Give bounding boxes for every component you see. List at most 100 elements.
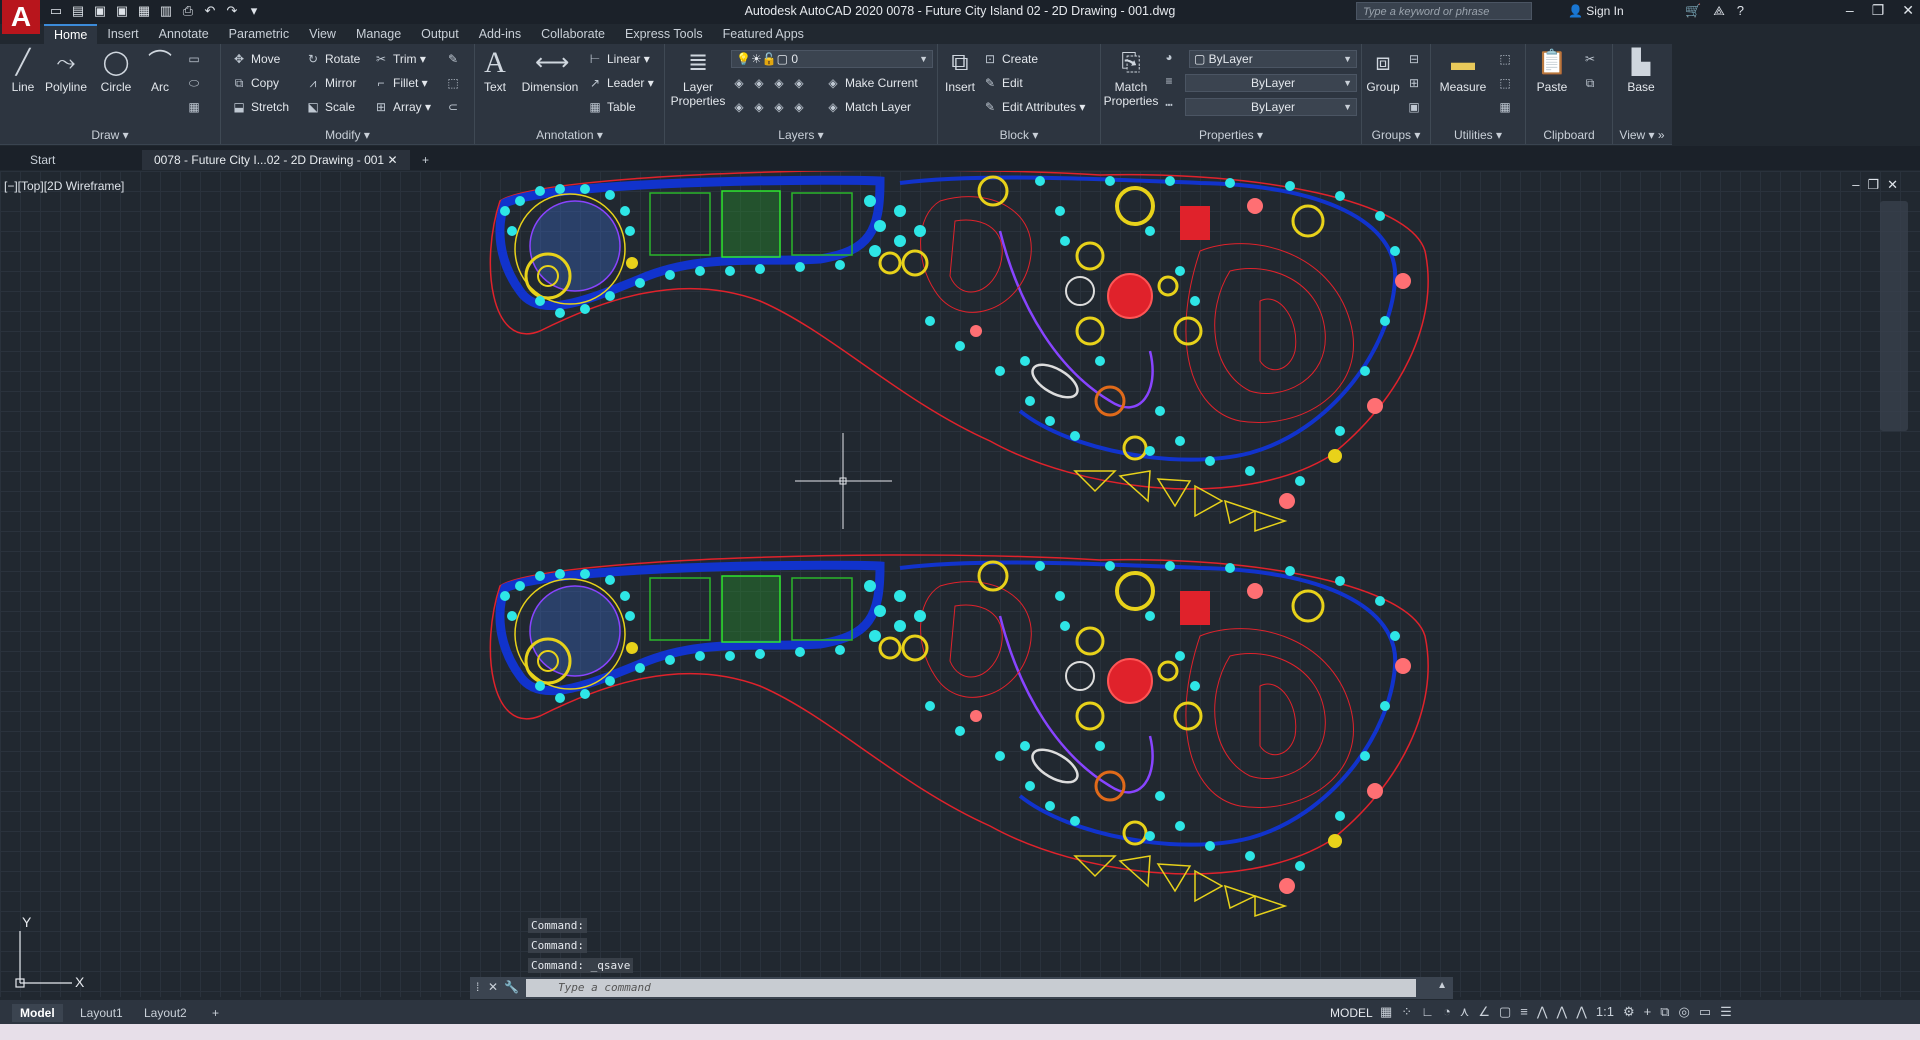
tab-featured-apps[interactable]: Featured Apps <box>713 24 814 44</box>
minimize-icon[interactable]: ‒ <box>1846 2 1854 19</box>
command-line-grip-icon[interactable]: ⁞ <box>476 980 479 994</box>
array-button[interactable]: ⊞ Array ▾ <box>373 100 431 114</box>
layout2-tab[interactable]: Layout2 <box>136 1004 195 1022</box>
stretch-button[interactable]: ⬓ Stretch <box>231 100 289 114</box>
match-properties-button[interactable]: ⎘ Match Properties <box>1103 48 1159 108</box>
dimension-button[interactable]: ⟷ Dimension <box>519 48 581 94</box>
hatch-button[interactable]: ▦ <box>186 100 206 114</box>
close-icon[interactable]: ✕ <box>1902 2 1914 19</box>
close-tab-icon[interactable]: ✕ <box>387 153 397 167</box>
ellipse-button[interactable]: ⬭ <box>186 76 206 91</box>
model-space-button[interactable]: MODEL <box>1330 1006 1373 1020</box>
annotation-visibility-icon[interactable]: ⋀ <box>1537 1004 1548 1020</box>
layer-on-icon[interactable]: ◈ <box>731 100 747 114</box>
group-edit-icon[interactable]: ⊞ <box>1406 76 1426 90</box>
groups-panel-title[interactable]: Groups ▾ <box>1362 128 1430 142</box>
tab-home[interactable]: Home <box>44 24 98 44</box>
offset-button[interactable]: ⊂ <box>445 100 465 114</box>
units-icon[interactable]: ⧉ <box>1660 1004 1669 1020</box>
scale-button[interactable]: ⬕ Scale <box>305 100 355 114</box>
layer-unisolate-icon[interactable]: ◈ <box>751 100 767 114</box>
close-command-icon[interactable]: ✕ <box>488 980 498 994</box>
layer-dropdown[interactable]: 💡☀🔓▢ 0 ▼ <box>731 50 933 68</box>
utilities-panel-title[interactable]: Utilities ▾ <box>1431 128 1525 142</box>
layout1-tab[interactable]: Layout1 <box>72 1004 131 1022</box>
restore-icon[interactable]: ❐ <box>1872 2 1885 19</box>
edit-attributes-button[interactable]: ✎ Edit Attributes ▾ <box>982 100 1085 114</box>
drawing-tab[interactable]: 0078 - Future City I...02 - 2D Drawing -… <box>142 150 410 170</box>
tab-parametric[interactable]: Parametric <box>219 24 299 44</box>
tab-annotate[interactable]: Annotate <box>149 24 219 44</box>
grid-icon[interactable]: ▦ <box>1380 1004 1392 1020</box>
create-block-button[interactable]: ⊡ Create <box>982 52 1038 66</box>
insert-block-button[interactable]: ⧉ Insert <box>942 48 978 94</box>
isolate-objects-icon[interactable]: ◎ <box>1679 1004 1690 1020</box>
snap-icon[interactable]: ⁘ <box>1401 1004 1412 1020</box>
object-snap-icon[interactable]: ▢ <box>1499 1004 1511 1020</box>
base-view-button[interactable]: ▙ Base <box>1621 48 1661 94</box>
customize-wrench-icon[interactable]: 🔧 <box>504 980 519 994</box>
explode-button[interactable]: ⬚ <box>445 76 465 90</box>
layer-isolate-icon[interactable]: ◈ <box>751 76 767 90</box>
model-layout-tab[interactable]: Model <box>12 1004 63 1022</box>
command-history-toggle-icon[interactable]: ▲ <box>1437 980 1447 991</box>
object-snap-tracking-icon[interactable]: ∠ <box>1478 1004 1490 1020</box>
autodesk-app-icon[interactable]: ⟁ <box>1713 3 1725 19</box>
clipboard-panel-title[interactable]: Clipboard <box>1526 128 1612 142</box>
layers-panel-title[interactable]: Layers ▾ <box>665 128 937 142</box>
leader-button[interactable]: ↗ Leader ▾ <box>587 76 654 90</box>
make-current-button[interactable]: ◈ Make Current <box>825 76 917 90</box>
block-panel-title[interactable]: Block ▾ <box>938 128 1100 142</box>
annotation-scale-icon[interactable]: ⋀ <box>1576 1004 1587 1020</box>
match-layer-button[interactable]: ◈ Match Layer <box>825 100 911 114</box>
linetype-dropdown[interactable]: ByLayer ▼ <box>1185 98 1357 116</box>
isodraft-icon[interactable]: ⋏ <box>1460 1004 1470 1020</box>
workspace-gear-icon[interactable]: ⚙ <box>1623 1004 1635 1020</box>
copy-clip-icon[interactable]: ⧉ <box>1582 76 1602 91</box>
tab-insert[interactable]: Insert <box>97 24 148 44</box>
sign-in-button[interactable]: 👤 Sign In <box>1568 4 1624 18</box>
edit-block-button[interactable]: ✎ Edit <box>982 76 1023 90</box>
help-icon[interactable]: ? <box>1737 3 1744 19</box>
trim-button[interactable]: ✂ Trim ▾ <box>373 52 426 66</box>
mirror-button[interactable]: ⩘ Mirror <box>305 76 357 91</box>
tab-express-tools[interactable]: Express Tools <box>615 24 713 44</box>
start-tab[interactable]: Start <box>18 150 152 170</box>
group-select-icon[interactable]: ▣ <box>1406 100 1426 114</box>
layer-lock-icon[interactable]: ◈ <box>791 76 807 90</box>
text-button[interactable]: A Text <box>477 48 513 95</box>
ortho-icon[interactable]: ∟ <box>1421 1004 1434 1020</box>
tab-add-ins[interactable]: Add-ins <box>469 24 531 44</box>
arc-button[interactable]: ⌒ Arc <box>142 48 178 94</box>
annotation-panel-title[interactable]: Annotation ▾ <box>475 128 664 142</box>
clean-screen-icon[interactable]: ▭ <box>1699 1004 1711 1020</box>
layer-freeze-icon[interactable]: ◈ <box>771 76 787 90</box>
ungroup-icon[interactable]: ⊟ <box>1406 52 1426 66</box>
color-dropdown[interactable]: ▢ ByLayer ▼ <box>1189 50 1357 68</box>
move-button[interactable]: ✥ Move <box>231 52 280 66</box>
layer-thaw-icon[interactable]: ◈ <box>771 100 787 114</box>
new-tab-button[interactable]: + <box>410 150 441 170</box>
cut-icon[interactable]: ✂ <box>1582 52 1602 66</box>
line-button[interactable]: ╱ Line <box>6 48 40 94</box>
tab-output[interactable]: Output <box>411 24 469 44</box>
lineweight-dropdown[interactable]: ByLayer ▼ <box>1185 74 1357 92</box>
layer-off-icon[interactable]: ◈ <box>731 76 747 90</box>
tab-view[interactable]: View <box>299 24 346 44</box>
rectangle-button[interactable]: ▭ <box>186 52 206 66</box>
circle-button[interactable]: ◯ Circle <box>96 48 136 94</box>
paste-button[interactable]: 📋 Paste <box>1532 48 1572 94</box>
cart-icon[interactable]: 🛒 <box>1685 3 1701 19</box>
group-button[interactable]: ⧈ Group <box>1364 48 1402 94</box>
auto-scale-icon[interactable]: ⋀ <box>1557 1004 1568 1020</box>
copy-button[interactable]: ⧉ Copy <box>231 76 279 91</box>
quick-select-icon[interactable]: ⬚ <box>1497 52 1517 66</box>
modify-panel-title[interactable]: Modify ▾ <box>221 128 474 142</box>
draw-panel-title[interactable]: Draw ▾ <box>0 128 220 142</box>
annotation-scale-value[interactable]: 1:1 <box>1596 1004 1614 1020</box>
polyline-button[interactable]: ⤳ Polyline <box>42 48 90 94</box>
calculator-icon[interactable]: ▦ <box>1497 100 1517 114</box>
layer-properties-button[interactable]: ≣ Layer Properties <box>667 48 729 108</box>
fillet-button[interactable]: ⌐ Fillet ▾ <box>373 76 427 90</box>
properties-panel-title[interactable]: Properties ▾ <box>1101 128 1361 142</box>
